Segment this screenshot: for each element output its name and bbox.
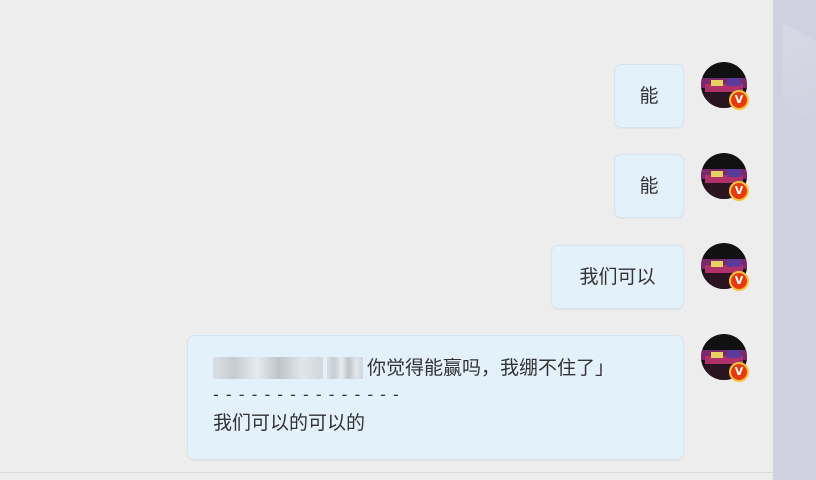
message-bubble[interactable]: 能	[614, 64, 684, 128]
message-text: 我们可以	[579, 266, 656, 288]
quote-reply-bubble[interactable]: 你觉得能赢吗，我绷不住了」 - - - - - - - - - - - - - …	[187, 335, 684, 460]
reply-text: 我们可以的可以的	[213, 412, 366, 434]
verified-badge-icon: V	[729, 90, 749, 110]
message-bubble[interactable]: 我们可以	[551, 245, 684, 309]
avatar[interactable]: V	[701, 334, 749, 382]
quoted-text: 你觉得能赢吗，我绷不住了」	[367, 357, 615, 379]
message-text: 能	[639, 85, 659, 107]
right-side-panel	[773, 0, 816, 480]
message-bubble[interactable]: 能	[614, 154, 684, 218]
message-text: 能	[639, 175, 659, 197]
verified-badge-icon: V	[729, 181, 749, 201]
avatar[interactable]: V	[701, 243, 749, 291]
avatar[interactable]: V	[701, 153, 749, 201]
quote-divider: - - - - - - - - - - - - - - -	[213, 385, 400, 404]
verified-badge-icon: V	[729, 362, 749, 382]
chat-area: 能 V 能 V 我们可以 V 你觉得能赢吗，我绷不住了」 - - - - - -…	[0, 0, 773, 480]
quoted-message: 你觉得能赢吗，我绷不住了」	[213, 353, 659, 383]
verified-badge-icon: V	[729, 271, 749, 291]
avatar[interactable]: V	[701, 62, 749, 110]
input-divider	[0, 472, 773, 473]
blurred-name	[213, 357, 323, 379]
blurred-name	[327, 357, 363, 379]
